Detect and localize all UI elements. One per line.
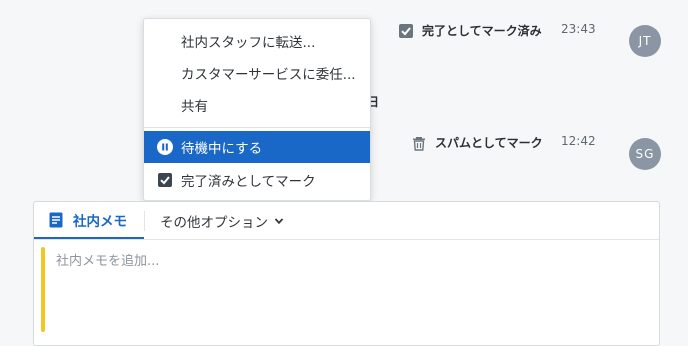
timeline-event-completed: 完了としてマーク済み [398,22,542,39]
menu-item-label: 社内スタッフに転送... [181,35,316,51]
event-time: 12:42 [561,134,596,148]
tab-label: 社内メモ [73,213,127,230]
note-icon [49,212,63,227]
event-time: 23:43 [561,22,596,36]
event-text: スパムとしてマーク [435,136,543,150]
timeline-event-spam: スパムとしてマーク [411,134,543,151]
tab-internal-notes[interactable]: 社内メモ [34,202,144,239]
composer-tabs: 社内メモ その他オプション [34,202,659,240]
checkbox-checked-icon [399,23,413,38]
menu-item-label: 共有 [181,99,208,115]
event-text: 完了としてマーク済み [422,24,542,38]
menu-item-set-waiting[interactable]: 待機中にする [144,131,370,163]
pause-icon [157,139,173,155]
menu-divider [144,127,370,128]
internal-note-input[interactable] [56,250,646,330]
checkbox-checked-icon [158,173,172,187]
actions-menu: 社内スタッフに転送... カスタマーサービスに委任... 共有 待機中にする 完… [143,18,371,201]
internal-note-indicator [41,247,45,332]
menu-item-share[interactable]: 共有 [144,89,370,121]
menu-item-mark-complete[interactable]: 完了済みとしてマーク [144,164,370,196]
menu-item-forward-internal[interactable]: 社内スタッフに転送... [144,25,370,57]
chevron-down-icon [274,217,284,224]
tab-divider [144,211,145,231]
menu-item-delegate-cs[interactable]: カスタマーサービスに委任... [144,57,370,89]
avatar[interactable]: SG [629,138,661,170]
tab-label: その他オプション [160,214,268,231]
avatar[interactable]: JT [629,25,661,57]
tab-more-options[interactable]: その他オプション [160,202,284,239]
reply-composer: 社内メモ その他オプション [33,201,660,346]
trash-icon [413,136,425,151]
menu-item-label: カスタマーサービスに委任... [181,67,356,83]
